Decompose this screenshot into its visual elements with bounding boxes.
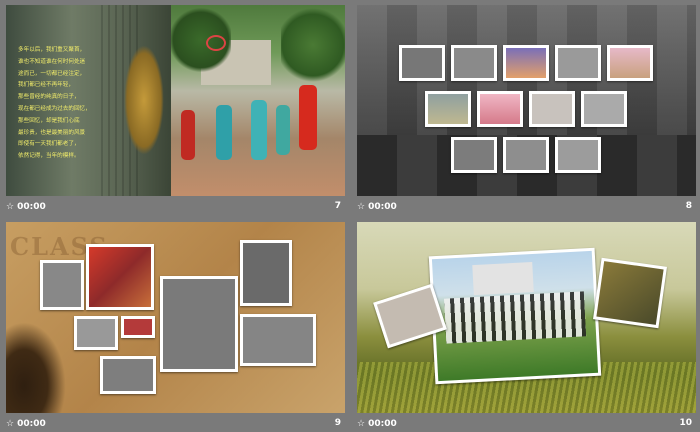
photo [43, 263, 81, 307]
photo-frame[interactable] [451, 45, 497, 81]
photo-frame[interactable] [86, 244, 154, 310]
basketball-hoop [206, 35, 226, 51]
photo [103, 359, 153, 391]
slide-7-footer: ☆ 00:00 7 [6, 199, 345, 215]
photo [596, 261, 664, 325]
poem-line: 多年以后，我们重又聚首， [18, 47, 86, 53]
group-of-students [443, 291, 587, 344]
poem-text: 多年以后，我们重又聚首， 谁也不知道谁在何时何处迷 途而已，一切都已经注定， 我… [18, 45, 91, 163]
photo [124, 319, 152, 335]
slide-number: 7 [334, 201, 341, 211]
photo-frame[interactable] [160, 276, 238, 372]
photo [454, 48, 494, 78]
player-figure [181, 110, 195, 160]
tree-silhouette [6, 322, 66, 413]
photo-frame[interactable] [451, 137, 497, 173]
poem-line: 谁也不知道谁在何时何处迷 [18, 58, 86, 65]
slide-time: 00:00 [17, 419, 46, 429]
photo [480, 94, 520, 124]
building-shape [472, 262, 534, 296]
poem-line: 途而已，一切都已经注定， [18, 70, 86, 77]
photo-frame[interactable] [428, 247, 602, 385]
photo [77, 319, 115, 347]
photo-frame[interactable] [100, 356, 156, 394]
photo-frame[interactable] [581, 91, 627, 127]
tree-shape [281, 5, 345, 85]
photo-frame[interactable] [555, 45, 601, 81]
photo [243, 243, 289, 303]
slide-8-thumbnail[interactable] [357, 5, 696, 196]
photo [610, 48, 650, 78]
speaker-icon[interactable]: ☆ [357, 419, 365, 429]
photo [584, 94, 624, 124]
photo-frame[interactable] [240, 314, 316, 366]
photo-frame[interactable] [529, 91, 575, 127]
photo-frame[interactable] [399, 45, 445, 81]
poem-line: 那些曾经的纯真的日子， [18, 94, 80, 101]
slide-number: 9 [334, 418, 341, 428]
poem-line: 那些回忆，却是我们心底 [18, 117, 80, 124]
slide-10-footer: ☆ 00:00 10 [357, 416, 696, 432]
photo-frame[interactable] [503, 45, 549, 81]
slide-time: 00:00 [17, 202, 46, 212]
player-figure [216, 105, 232, 160]
photo-frame[interactable] [593, 257, 667, 329]
slide-time: 00:00 [368, 419, 397, 429]
photo [428, 94, 468, 124]
player-figure [251, 100, 267, 160]
slide-9-thumbnail[interactable]: CLASS [6, 222, 345, 413]
slide-time: 00:00 [368, 202, 397, 212]
basketball-photo [171, 5, 345, 196]
slide-8-footer: ☆ 00:00 8 [357, 199, 696, 215]
poem-line: 现在都已经成为过去的回忆， [18, 105, 91, 112]
photo [402, 48, 442, 78]
photo [163, 279, 235, 369]
poem-line: 即使有一天我们都老了， [18, 141, 80, 148]
slide-9-footer: ☆ 00:00 9 [6, 416, 345, 432]
speaker-icon[interactable]: ☆ [357, 202, 365, 212]
photo-frame[interactable] [240, 240, 292, 306]
photo-frame[interactable] [555, 137, 601, 173]
photo [506, 48, 546, 78]
photo-frame[interactable] [607, 45, 653, 81]
player-figure [276, 105, 290, 155]
photo-frame[interactable] [477, 91, 523, 127]
photo [532, 94, 572, 124]
slide-number: 10 [679, 418, 692, 428]
slide-number: 8 [685, 201, 692, 211]
player-figure [299, 85, 317, 150]
photo-frame[interactable] [121, 316, 155, 338]
speaker-icon[interactable]: ☆ [6, 419, 14, 429]
photo-frame[interactable] [503, 137, 549, 173]
photo [454, 140, 494, 170]
photo-frame[interactable] [425, 91, 471, 127]
photo [89, 247, 151, 307]
poem-line: 最珍贵，也是最美丽的风景 [18, 129, 86, 136]
photo [506, 140, 546, 170]
photo-frame[interactable] [40, 260, 84, 310]
photo [431, 250, 599, 382]
speaker-icon[interactable]: ☆ [6, 202, 14, 212]
poem-line: 我们都已经不再年轻， [18, 82, 74, 89]
leaf-decoration [124, 45, 164, 155]
photo [243, 317, 313, 363]
slide-7-thumbnail[interactable]: 多年以后，我们重又聚首， 谁也不知道谁在何时何处迷 途而已，一切都已经注定， 我… [6, 5, 345, 196]
poem-line: 依然记得，当年的模样。 [18, 153, 80, 160]
slide-10-thumbnail[interactable] [357, 222, 696, 413]
photo [558, 140, 598, 170]
photo [558, 48, 598, 78]
photo-frame[interactable] [74, 316, 118, 350]
